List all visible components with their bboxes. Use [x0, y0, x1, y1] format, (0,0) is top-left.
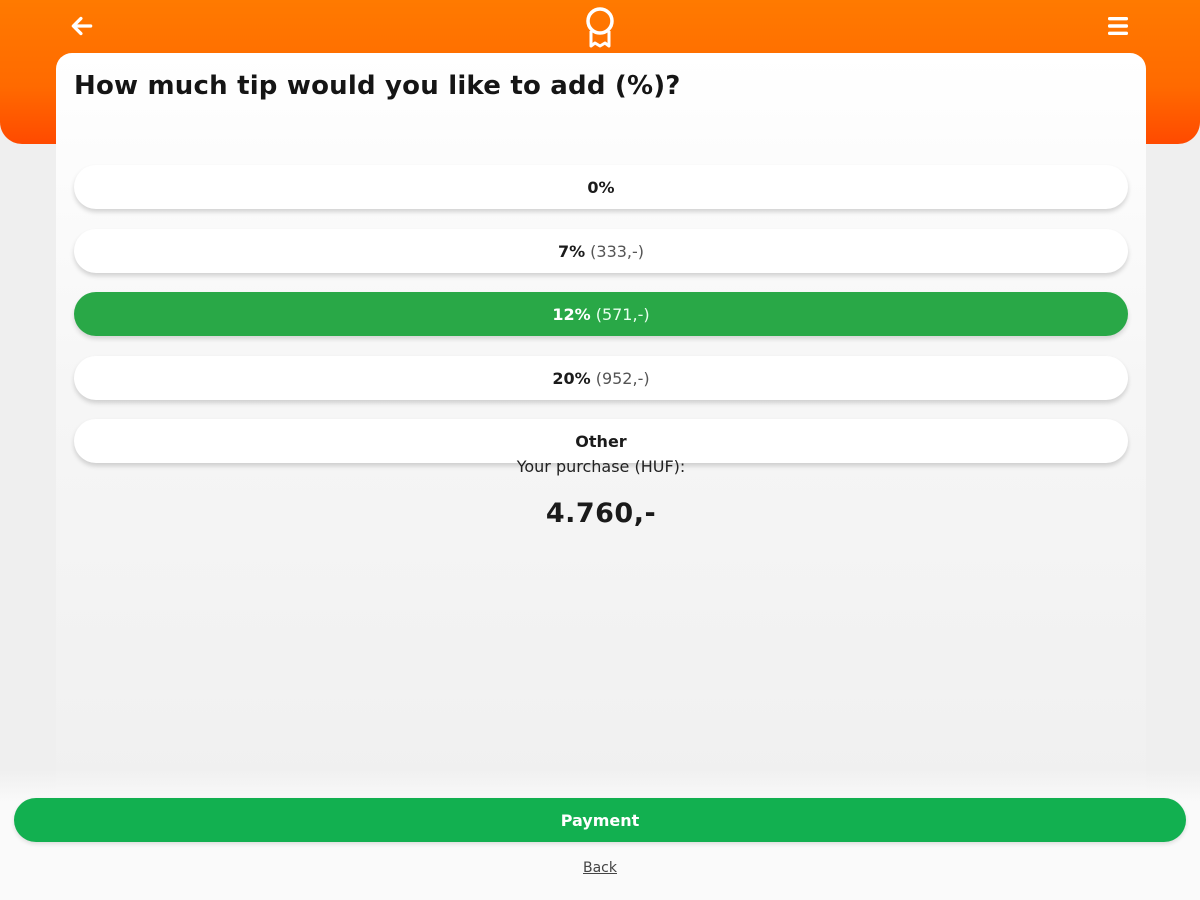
award-badge-icon: [580, 4, 620, 52]
tip-option-20[interactable]: 20% (952,-): [74, 356, 1128, 400]
option-percent: 20%: [552, 368, 591, 388]
back-arrow-button[interactable]: [62, 6, 102, 46]
option-amount: (952,-): [595, 368, 650, 388]
purchase-label: Your purchase (HUF):: [516, 457, 686, 476]
option-label: Other: [575, 431, 627, 451]
option-percent: 7%: [557, 241, 586, 261]
payment-button[interactable]: Payment: [14, 798, 1186, 842]
tip-question: How much tip would you like to add (%)?: [74, 71, 681, 101]
option-percent: 0%: [587, 177, 615, 197]
option-amount: (333,-): [590, 241, 645, 261]
hamburger-menu-icon: [1108, 17, 1128, 35]
arrow-left-icon: [71, 16, 93, 36]
back-link[interactable]: Back: [0, 860, 1200, 876]
menu-button[interactable]: [1098, 6, 1138, 46]
tip-option-0[interactable]: 0%: [74, 165, 1128, 209]
purchase-total: 4.760,-: [545, 498, 657, 529]
option-amount: (571,-): [595, 304, 650, 324]
option-percent: 12%: [552, 304, 591, 324]
tip-card: How much tip would you like to add (%)? …: [56, 53, 1146, 800]
tip-option-12[interactable]: 12% (571,-): [74, 292, 1128, 336]
tip-option-7[interactable]: 7% (333,-): [74, 229, 1128, 273]
